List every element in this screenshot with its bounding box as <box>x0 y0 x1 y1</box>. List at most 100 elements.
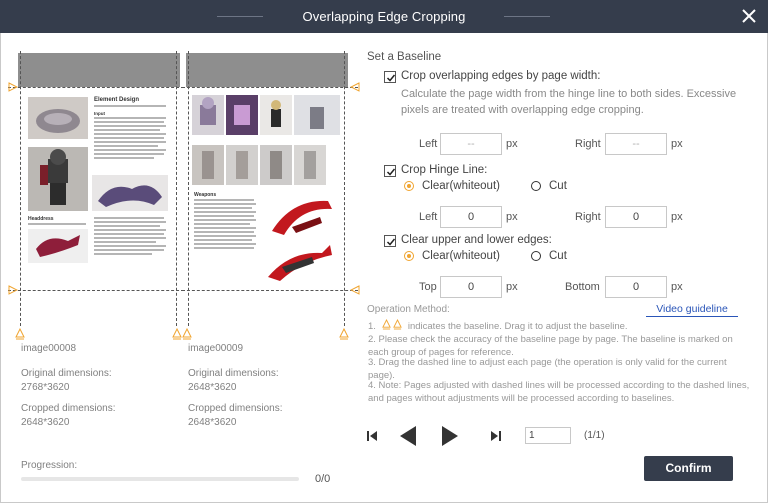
crop-line-top[interactable] <box>182 87 358 88</box>
page-name: image00008 <box>21 343 77 354</box>
page-photo <box>294 95 340 135</box>
operation-step-4: 4. Note: Pages adjusted with dashed line… <box>368 380 750 404</box>
page-photo <box>226 145 258 185</box>
original-dimensions-value: 2648*3620 <box>188 382 237 393</box>
crop-line-right[interactable] <box>344 51 345 326</box>
page-number-input[interactable]: 1 <box>525 427 571 444</box>
page-photo <box>192 145 224 185</box>
page-heading: Headdress <box>28 216 54 222</box>
confirm-button[interactable]: Confirm <box>644 456 733 481</box>
page-photo <box>92 175 168 211</box>
unit-label: px <box>506 138 518 150</box>
page-photo <box>28 97 88 139</box>
crop-line-left[interactable] <box>20 51 21 326</box>
progress-bar <box>21 477 299 481</box>
step-1-prefix: 1. <box>368 321 376 332</box>
hinge-left-input[interactable]: 0 <box>440 206 502 228</box>
baseline-marker-icon[interactable] <box>8 285 18 295</box>
edges-top-input[interactable]: 0 <box>440 276 502 298</box>
edges-bottom-input[interactable]: 0 <box>605 276 667 298</box>
baseline-marker-icon[interactable] <box>15 328 25 340</box>
width-right-input[interactable]: -- <box>605 133 667 155</box>
first-page-icon[interactable] <box>366 429 378 443</box>
crop-width-label: Crop overlapping edges by page width: <box>401 70 601 82</box>
page-illustration <box>268 200 332 281</box>
crop-line-left[interactable] <box>188 51 189 326</box>
baseline-marker-icon[interactable] <box>172 328 182 340</box>
title-bar: Overlapping Edge Cropping <box>0 0 768 33</box>
unit-label: px <box>671 138 683 150</box>
crop-hinge-label: Crop Hinge Line: <box>401 164 488 176</box>
page-photo <box>192 95 224 135</box>
edges-cut-radio[interactable] <box>531 251 541 261</box>
page-photo <box>28 229 88 263</box>
hinge-cut-label: Cut <box>549 180 567 192</box>
check-icon <box>386 238 396 246</box>
cropped-dimensions-label: Cropped dimensions: <box>188 403 283 414</box>
original-dimensions-label: Original dimensions: <box>21 368 112 379</box>
left-label: Left <box>419 138 438 150</box>
original-dimensions-value: 2768*3620 <box>21 382 70 393</box>
hinge-clear-radio[interactable] <box>404 181 414 191</box>
page-content-area: Weapons <box>186 87 348 290</box>
edges-clear-label: Clear(whiteout) <box>422 250 500 262</box>
hinge-right-input[interactable]: 0 <box>605 206 667 228</box>
baseline-marker-icon <box>381 318 391 330</box>
step-1-text: indicates the baseline. Drag it to adjus… <box>407 321 628 332</box>
page-name: image00009 <box>188 343 244 354</box>
page-preview-image00009[interactable]: Weapons <box>182 51 358 326</box>
clear-edges-checkbox[interactable] <box>384 235 396 247</box>
title-rule-right <box>504 16 550 17</box>
unit-label: px <box>671 281 683 293</box>
baseline-marker-icon[interactable] <box>8 82 18 92</box>
section-title: Set a Baseline <box>367 51 442 63</box>
cropped-dimensions-value: 2648*3620 <box>21 417 70 428</box>
page-photo <box>226 95 258 135</box>
right-label: Right <box>575 211 601 223</box>
page-preview-image00008[interactable]: Element Design Input Headdress <box>8 51 184 326</box>
next-page-icon[interactable] <box>440 424 460 448</box>
left-label: Left <box>419 211 438 223</box>
crop-line-bottom[interactable] <box>182 290 358 291</box>
baseline-marker-icon[interactable] <box>182 328 192 340</box>
crop-line-top[interactable] <box>8 87 184 88</box>
page-subheading: Input <box>94 111 105 116</box>
unit-label: px <box>506 281 518 293</box>
baseline-marker-icon <box>393 318 403 330</box>
original-dimensions-label: Original dimensions: <box>188 368 279 379</box>
edges-cut-label: Cut <box>549 250 567 262</box>
bottom-label: Bottom <box>565 281 600 293</box>
crop-width-checkbox[interactable] <box>384 71 396 83</box>
page-heading: Element Design <box>94 97 140 103</box>
width-left-input[interactable]: -- <box>440 133 502 155</box>
hinge-cut-radio[interactable] <box>531 181 541 191</box>
hinge-clear-label: Clear(whiteout) <box>422 180 500 192</box>
crop-line-right[interactable] <box>176 51 177 326</box>
operation-step-1: 1. indicates the baseline. Drag it to ad… <box>368 318 753 333</box>
baseline-marker-icon[interactable] <box>339 328 349 340</box>
window-title: Overlapping Edge Cropping <box>302 9 466 24</box>
crop-line-bottom[interactable] <box>8 290 184 291</box>
crop-hinge-checkbox[interactable] <box>384 165 396 177</box>
page-count: (1/1) <box>584 430 605 441</box>
baseline-marker-icon[interactable] <box>350 82 360 92</box>
operation-method-title: Operation Method: <box>367 304 450 315</box>
crop-width-description: Calculate the page width from the hinge … <box>401 88 737 116</box>
cropped-dimensions-value: 2648*3620 <box>188 417 237 428</box>
page-photo <box>294 145 326 185</box>
previous-page-icon[interactable] <box>398 424 418 448</box>
baseline-marker-icon[interactable] <box>350 285 360 295</box>
page-content-area: Element Design Input Headdress <box>18 87 180 290</box>
video-guideline-link[interactable]: Video guideline <box>646 303 738 317</box>
last-page-icon[interactable] <box>490 429 502 443</box>
check-icon <box>386 168 396 176</box>
check-icon <box>386 74 396 82</box>
cropped-dimensions-label: Cropped dimensions: <box>21 403 116 414</box>
clear-edges-label: Clear upper and lower edges: <box>401 234 552 246</box>
page-photo <box>260 145 292 185</box>
close-icon[interactable] <box>738 5 760 27</box>
progress-label: Progression: <box>21 460 78 471</box>
right-label: Right <box>575 138 601 150</box>
edges-clear-radio[interactable] <box>404 251 414 261</box>
top-label: Top <box>419 281 437 293</box>
